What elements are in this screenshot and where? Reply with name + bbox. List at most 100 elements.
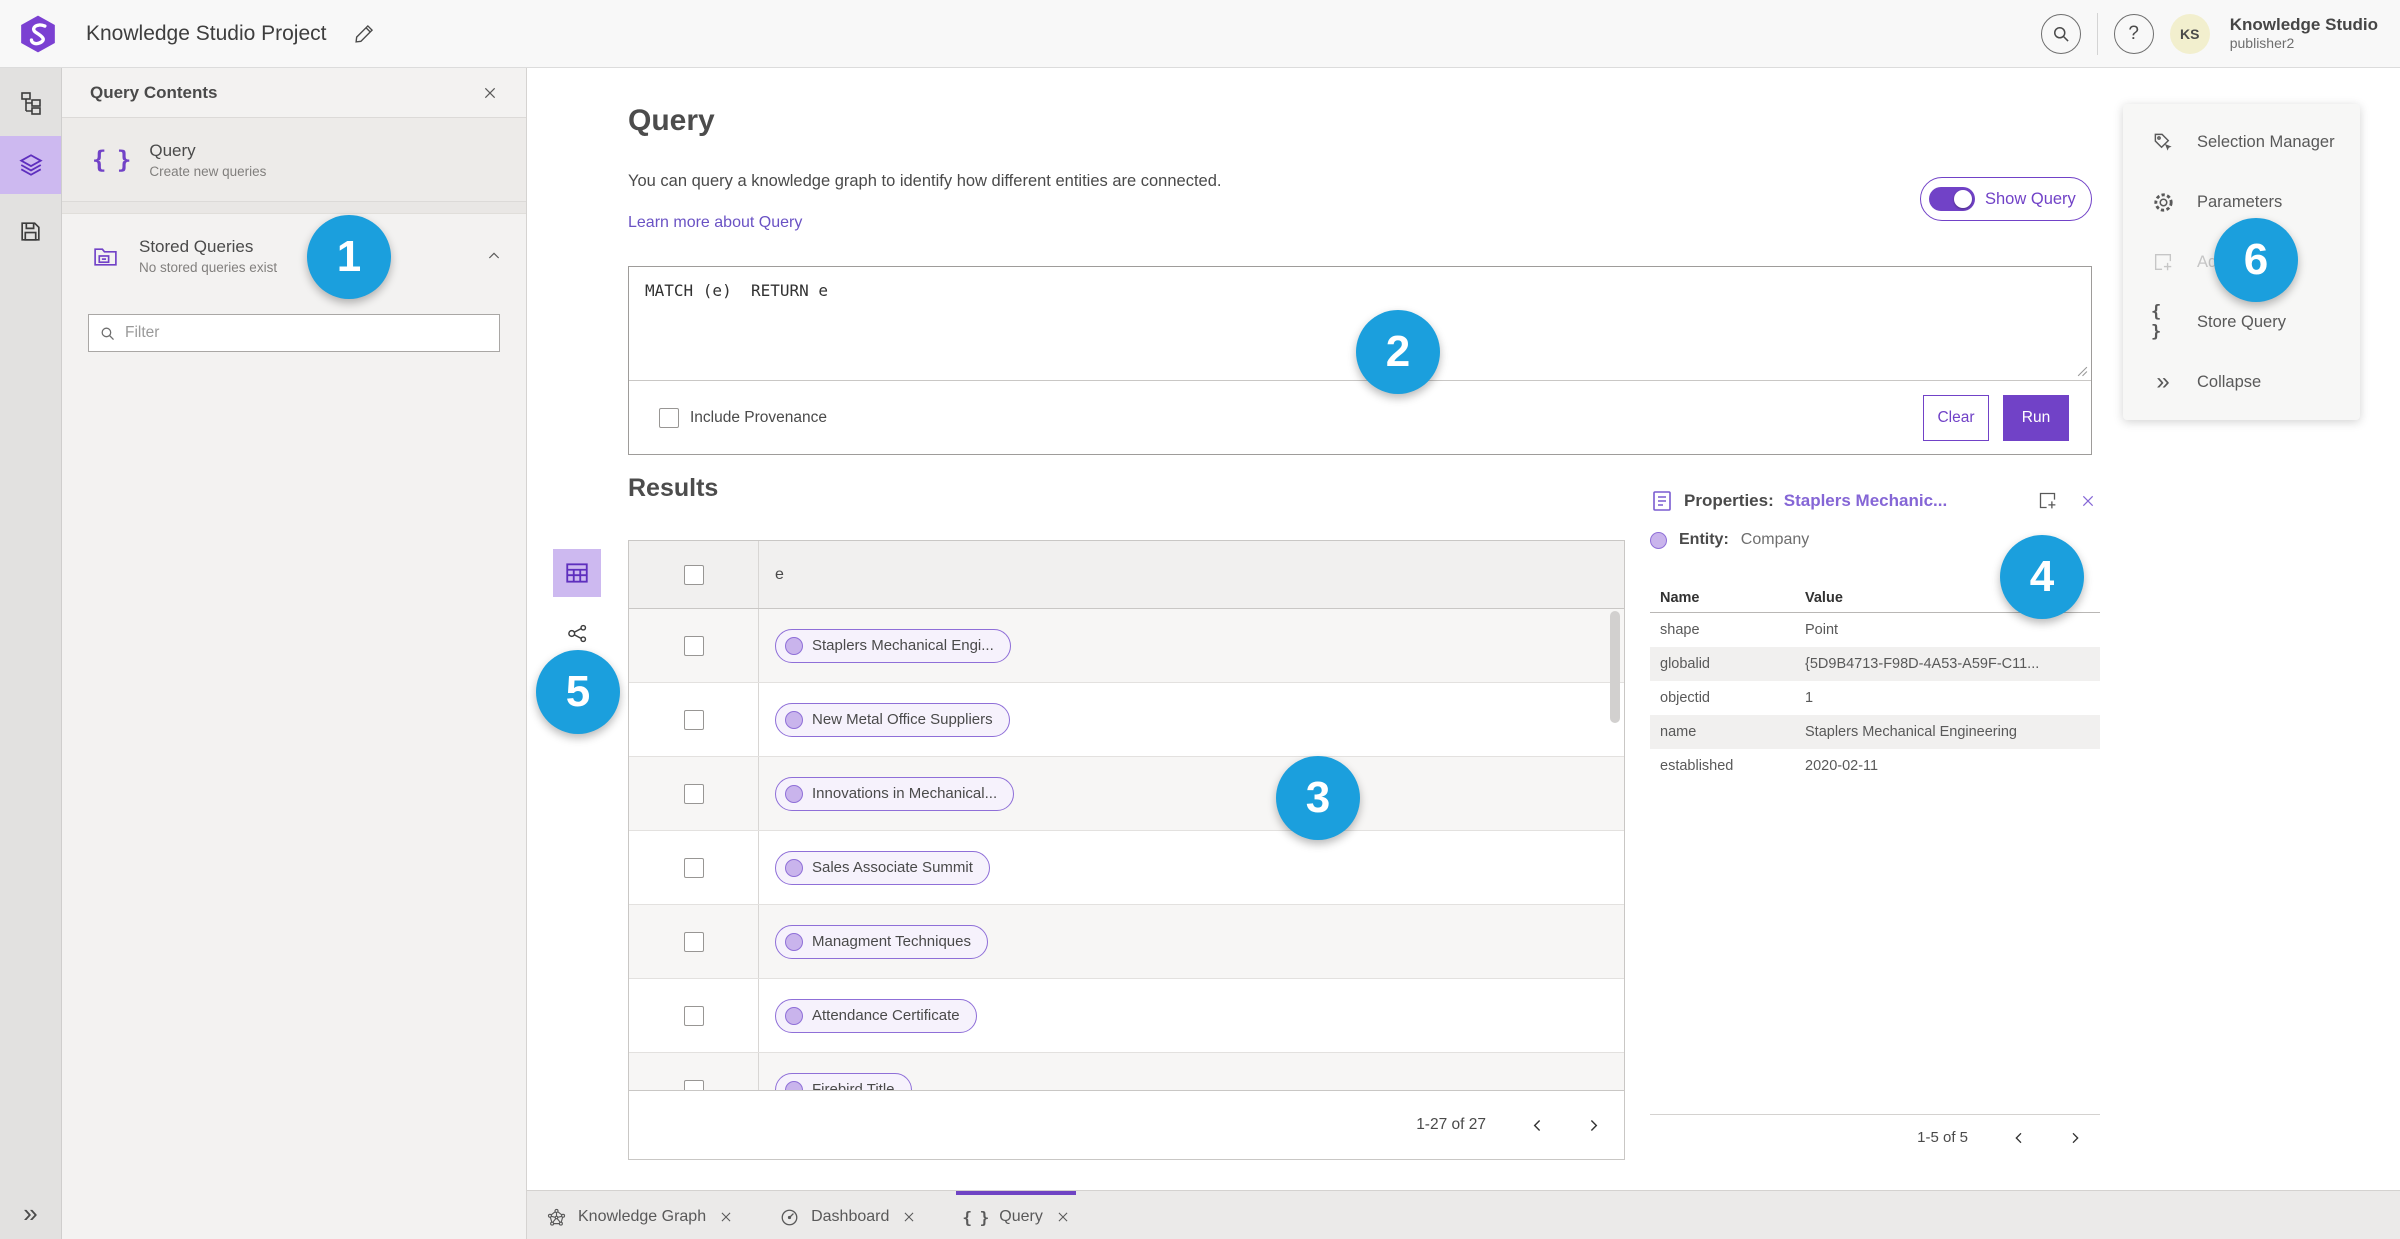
tab-knowledge-graph[interactable]: Knowledge Graph bbox=[540, 1191, 739, 1239]
row-checkbox[interactable] bbox=[683, 1079, 704, 1090]
table-row[interactable]: New Metal Office Suppliers bbox=[629, 683, 1624, 757]
menu-item-label: Collapse bbox=[2197, 372, 2262, 391]
row-checkbox[interactable] bbox=[683, 931, 704, 952]
row-checkbox[interactable] bbox=[683, 783, 704, 804]
table-row[interactable]: Attendance Certificate bbox=[629, 979, 1624, 1053]
filter-search-icon bbox=[99, 325, 116, 342]
prop-col-value: Value bbox=[1805, 589, 1843, 606]
row-checkbox[interactable] bbox=[683, 857, 704, 878]
table-row[interactable]: Firebird Title bbox=[629, 1053, 1624, 1090]
results-table-header: e bbox=[629, 541, 1624, 609]
contents-item-stored-queries[interactable]: Stored Queries No stored queries exist bbox=[62, 214, 526, 298]
table-row[interactable]: Managment Techniques bbox=[629, 905, 1624, 979]
menu-item-label: Parameters bbox=[2197, 192, 2283, 211]
properties-prev-page-button[interactable] bbox=[2002, 1121, 2036, 1155]
properties-icon bbox=[1650, 489, 1674, 513]
collapse-icon: » bbox=[2156, 368, 2170, 395]
panel-title: Query Contents bbox=[90, 82, 218, 102]
table-icon bbox=[564, 560, 590, 586]
filter-input[interactable] bbox=[125, 324, 489, 342]
results-view-toggle bbox=[553, 549, 601, 653]
contents-item-query[interactable]: { } Query Create new queries bbox=[62, 118, 526, 202]
results-title: Results bbox=[628, 474, 719, 502]
add-to-new-button[interactable] bbox=[2033, 486, 2062, 515]
table-row[interactable]: Sales Associate Summit bbox=[629, 831, 1624, 905]
entity-dot-icon bbox=[785, 784, 803, 803]
app-root: Knowledge Studio Project ? KS Knowledge … bbox=[0, 0, 2400, 1239]
entity-pill[interactable]: Innovations in Mechanical... bbox=[775, 776, 1015, 811]
help-button[interactable]: ? bbox=[2113, 13, 2154, 54]
edit-title-icon[interactable] bbox=[353, 23, 375, 45]
menu-item-selection-manager[interactable]: Selection Manager bbox=[2123, 112, 2360, 172]
results-next-page-button[interactable] bbox=[1576, 1108, 1610, 1142]
entity-pill[interactable]: Firebird Title bbox=[775, 1072, 912, 1090]
include-provenance-checkbox[interactable] bbox=[659, 407, 679, 428]
select-all-checkbox[interactable] bbox=[683, 564, 704, 585]
properties-panel: Properties: Staplers Mechanic... Entity:… bbox=[1650, 486, 2100, 783]
row-checkbox[interactable] bbox=[683, 709, 704, 730]
stored-queries-filter bbox=[88, 314, 500, 352]
link-chart-view-button[interactable] bbox=[557, 613, 597, 653]
rail-expand-button[interactable]: » bbox=[0, 1198, 61, 1229]
entity-dot-icon bbox=[785, 1006, 803, 1025]
entity-dot-icon bbox=[785, 710, 803, 729]
query-contents-panel: Query Contents { } Query Create new quer… bbox=[62, 68, 527, 1239]
help-icon: ? bbox=[2128, 22, 2139, 44]
learn-more-link[interactable]: Learn more about Query bbox=[628, 214, 802, 232]
item-sublabel: No stored queries exist bbox=[139, 260, 278, 275]
toggle-track[interactable] bbox=[1929, 187, 1975, 211]
menu-item-store-query[interactable]: { } Store Query bbox=[2123, 292, 2360, 352]
entity-pill[interactable]: New Metal Office Suppliers bbox=[775, 702, 1010, 737]
annotation-callout-1: 1 bbox=[307, 215, 391, 299]
query-description: You can query a knowledge graph to ident… bbox=[628, 172, 1222, 190]
menu-item-collapse[interactable]: » Collapse bbox=[2123, 352, 2360, 412]
close-tab-icon[interactable] bbox=[1056, 1210, 1070, 1224]
results-pagination: 1-27 of 27 bbox=[629, 1090, 1624, 1159]
properties-entity-link[interactable]: Staplers Mechanic... bbox=[1784, 491, 1947, 511]
entity-dot-icon bbox=[1650, 531, 1667, 549]
table-row[interactable]: Staplers Mechanical Engi... bbox=[629, 609, 1624, 683]
entity-pill[interactable]: Sales Associate Summit bbox=[775, 850, 990, 885]
row-checkbox[interactable] bbox=[683, 1005, 704, 1026]
user-block[interactable]: Knowledge Studio publisher2 bbox=[2230, 15, 2378, 52]
app-logo-icon[interactable] bbox=[18, 14, 58, 54]
entity-pill[interactable]: Attendance Certificate bbox=[775, 998, 977, 1033]
search-button[interactable] bbox=[2040, 13, 2081, 54]
entity-dot-icon bbox=[785, 1080, 803, 1090]
toggle-knob bbox=[1954, 190, 1972, 208]
table-row[interactable]: Innovations in Mechanical... bbox=[629, 757, 1624, 831]
query-page-title: Query bbox=[628, 104, 715, 137]
entity-pill[interactable]: Staplers Mechanical Engi... bbox=[775, 628, 1011, 663]
rail-item-save[interactable] bbox=[0, 202, 61, 260]
menu-item-label: Selection Manager bbox=[2197, 132, 2335, 151]
data-model-icon bbox=[18, 90, 44, 116]
item-label: Query bbox=[149, 140, 196, 160]
avatar[interactable]: KS bbox=[2169, 13, 2210, 54]
results-scrollbar-thumb[interactable] bbox=[1610, 611, 1620, 723]
rail-item-query-layers[interactable] bbox=[0, 136, 61, 194]
close-tab-icon[interactable] bbox=[719, 1210, 733, 1224]
clear-button[interactable]: Clear bbox=[1923, 394, 1989, 441]
close-panel-button[interactable] bbox=[478, 81, 502, 105]
link-chart-icon bbox=[566, 622, 589, 645]
properties-next-page-button[interactable] bbox=[2058, 1121, 2092, 1155]
close-tab-icon[interactable] bbox=[902, 1210, 916, 1224]
user-role: publisher2 bbox=[2229, 35, 2295, 52]
tab-query[interactable]: { } Query bbox=[956, 1191, 1076, 1239]
run-button[interactable]: Run bbox=[2003, 394, 2069, 441]
save-icon bbox=[18, 219, 43, 244]
close-properties-button[interactable] bbox=[2076, 489, 2100, 513]
collapse-stored-queries-button[interactable] bbox=[482, 244, 506, 268]
rail-item-data-model[interactable] bbox=[0, 74, 61, 132]
property-row: globalid {5D9B4713-F98D-4A53-A59F-C11... bbox=[1650, 647, 2100, 681]
results-prev-page-button[interactable] bbox=[1520, 1108, 1554, 1142]
dashboard-icon bbox=[779, 1207, 800, 1228]
row-checkbox[interactable] bbox=[683, 635, 704, 656]
properties-title-label: Properties: bbox=[1684, 490, 1774, 510]
table-view-button[interactable] bbox=[553, 549, 601, 597]
gear-icon bbox=[2151, 191, 2175, 214]
show-query-toggle[interactable]: Show Query bbox=[1920, 177, 2092, 221]
tab-dashboard[interactable]: Dashboard bbox=[773, 1191, 922, 1239]
entity-pill[interactable]: Managment Techniques bbox=[775, 924, 988, 959]
resize-handle-icon[interactable] bbox=[2077, 366, 2088, 377]
